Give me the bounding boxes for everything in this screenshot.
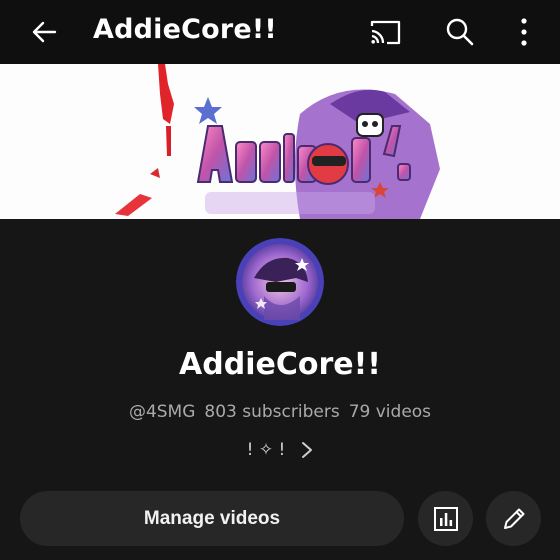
channel-banner [0,64,560,219]
cast-icon [370,20,401,45]
more-vert-icon [521,18,527,46]
channel-page: AddieCore!! AddieCore!! @4SMG 803 subscr… [0,0,560,560]
bar-chart-icon [433,506,458,531]
description-preview: ! ✧ ! [246,440,286,460]
channel-meta: @4SMG 803 subscribers 79 videos [0,400,560,424]
more-options-button[interactable] [500,8,548,56]
manage-videos-button[interactable]: Manage videos [20,491,404,546]
video-count: 79 videos [348,402,432,422]
channel-description-link[interactable]: ! ✧ ! [0,438,560,462]
back-arrow-icon [32,21,57,43]
avatar-image [236,238,324,326]
search-button[interactable] [436,8,484,56]
edit-button[interactable] [486,491,541,546]
chevron-right-icon [301,441,313,459]
search-icon [446,18,474,46]
analytics-button[interactable] [418,491,473,546]
channel-handle: @4SMG [128,402,196,422]
page-title: AddieCore!! [93,14,277,45]
back-button[interactable] [20,8,68,56]
subscriber-count: 803 subscribers [204,402,340,422]
pencil-icon [503,508,524,529]
channel-name: AddieCore!! [179,347,381,382]
banner-artwork [0,64,560,219]
cast-button[interactable] [361,8,409,56]
top-app-bar: AddieCore!! [0,0,560,64]
channel-header: AddieCore!! @4SMG 803 subscribers 79 video… [0,219,560,560]
avatar[interactable] [236,238,324,326]
